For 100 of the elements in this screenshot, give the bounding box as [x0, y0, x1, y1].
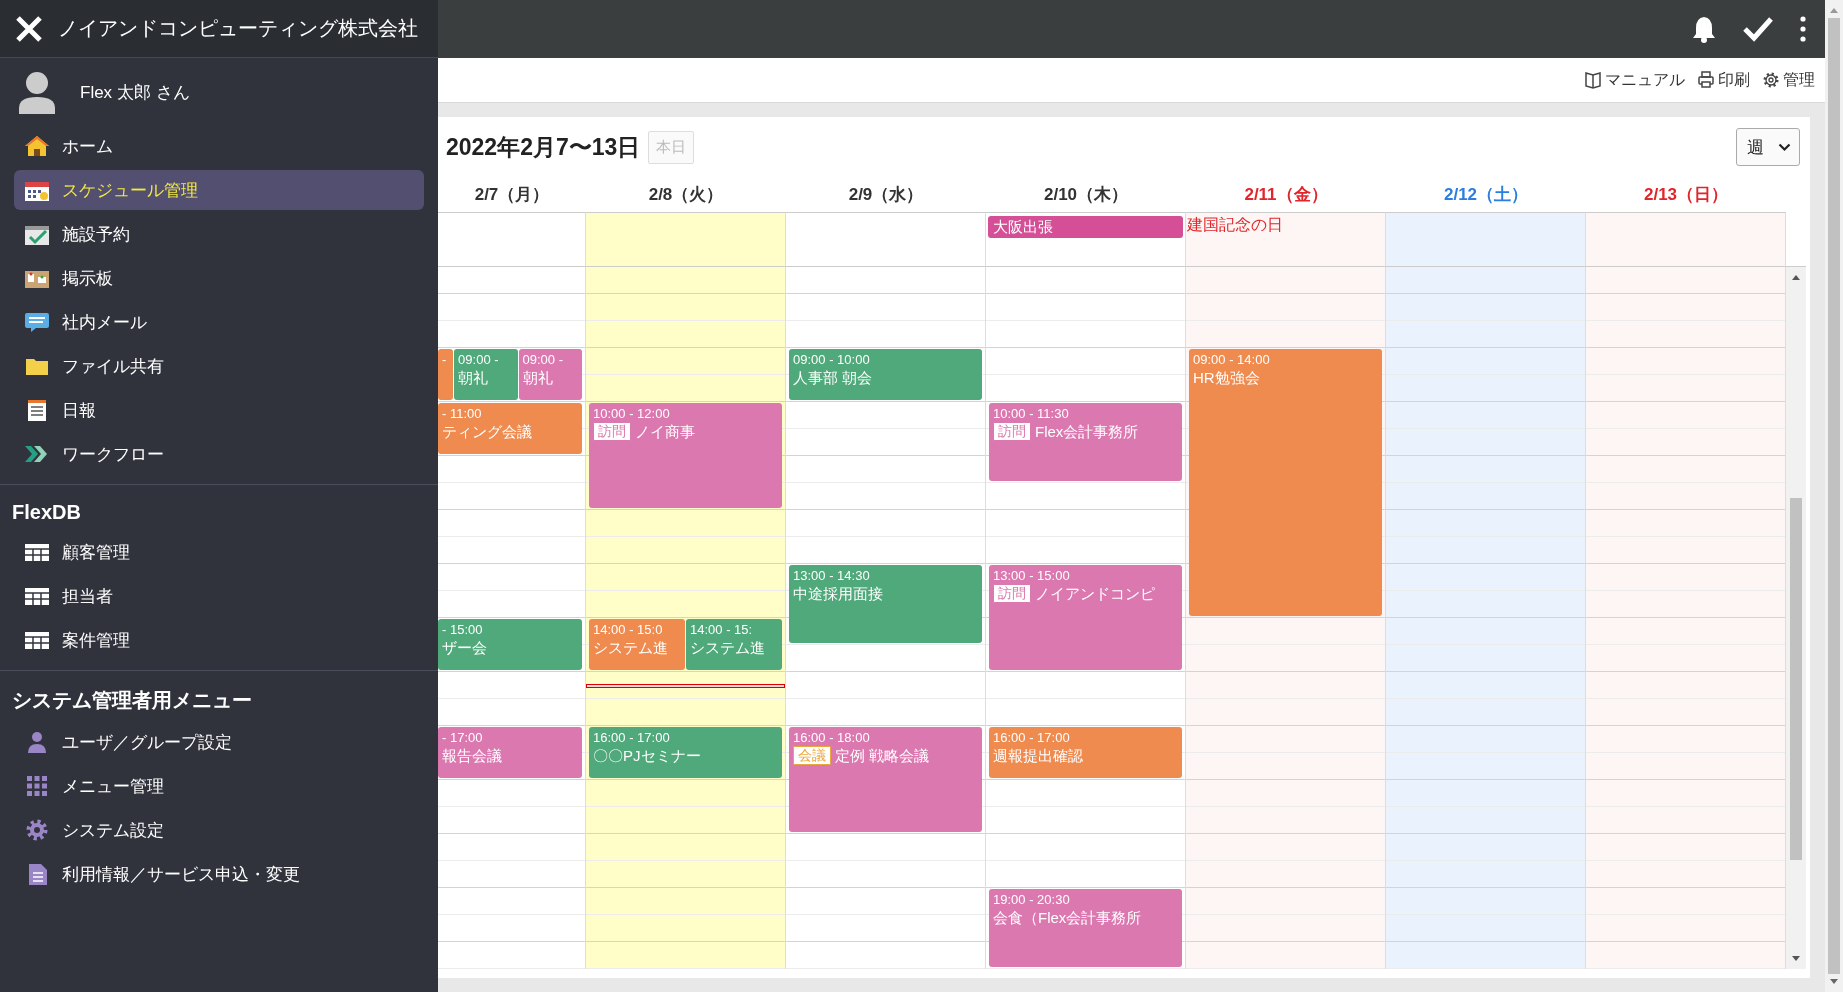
calendar-check-icon [24, 223, 50, 245]
event-title: システム進 [690, 638, 765, 657]
scrollbar[interactable] [1825, 0, 1843, 992]
all-day-event[interactable]: 大阪出張 [988, 216, 1183, 238]
menu-item[interactable]: 顧客管理 [14, 532, 424, 572]
event-time: 13:00 - 14:30 [793, 567, 871, 584]
event-tag: 訪問 [593, 422, 631, 441]
event-time: 19:00 - 20:30 [993, 891, 1071, 908]
calendar-event[interactable]: 09:00 - 朝礼 [518, 349, 582, 400]
section-heading: システム管理者用メニュー [11, 688, 253, 713]
day-header: 2/11（金） [1244, 184, 1328, 206]
event-time: - [442, 351, 448, 368]
menu-item[interactable]: ワークフロー [14, 434, 424, 474]
calendar-event[interactable]: 10:00 - 11:30 訪問 Flex会計事務所 [989, 403, 1182, 481]
toolbar-link[interactable]: マニュアル [1584, 69, 1685, 91]
event-time: 16:00 - 17:00 [593, 729, 671, 746]
calendar-event[interactable]: - 11:00 ティング会議 [438, 403, 582, 454]
event-tag: 訪問 [993, 422, 1031, 441]
menu-item[interactable]: 利用情報／サービス申込・変更 [14, 854, 424, 894]
event-time: 10:00 - 11:30 [993, 405, 1070, 422]
view-select[interactable]: 週 [1736, 128, 1800, 166]
settings-icon [1762, 70, 1780, 90]
menu-item[interactable]: ユーザ／グループ設定 [14, 722, 424, 762]
more-options-icon[interactable] [1799, 16, 1807, 42]
menu-item[interactable]: ファイル共有 [14, 346, 424, 386]
menu-item[interactable]: 担当者 [14, 576, 424, 616]
event-time: 09:00 - 10:00 [793, 351, 871, 368]
event-title: ノイアンドコンピ [1035, 584, 1155, 603]
user-name: Flex 太郎 さん [80, 81, 190, 104]
book-icon [1584, 70, 1602, 90]
event-title: 朝礼 [458, 368, 489, 387]
calendar-event[interactable]: 09:00 - 朝礼 [454, 349, 518, 400]
calendar-event[interactable]: - [438, 349, 454, 400]
event-title: 週報提出確認 [993, 746, 1083, 765]
event-time: 09:00 - [522, 351, 565, 368]
bell-icon[interactable] [1691, 15, 1717, 43]
event-time: - 17:00 [442, 729, 484, 746]
event-title: 〇〇PJセミナー [593, 746, 701, 765]
event-time: 14:00 - 15: [690, 621, 754, 638]
arrow-down-icon[interactable] [1791, 955, 1801, 963]
event-title: 朝礼 [522, 368, 553, 387]
calendar-event[interactable]: 13:00 - 14:30 中途採用面接 [789, 565, 982, 643]
calendar-event[interactable]: 14:00 - 15:0 システム進 [589, 619, 685, 670]
holiday-name: 建国記念の日 [1186, 215, 1284, 235]
calendar-event[interactable]: - 17:00 報告会議 [438, 727, 582, 778]
table-icon [24, 541, 50, 563]
day-header: 2/10（木） [1043, 184, 1129, 206]
checkmark-icon[interactable] [1743, 16, 1773, 42]
event-time: 09:00 - 14:00 [1193, 351, 1271, 368]
event-title: ノイ商事 [635, 422, 695, 441]
menu-item[interactable]: スケジュール管理 [14, 170, 424, 210]
calendar-event[interactable]: 09:00 - 10:00 人事部 朝会 [789, 349, 982, 400]
calendar-event[interactable]: 09:00 - 14:00 HR勉強会 [1189, 349, 1382, 616]
calendar-event[interactable]: 16:00 - 17:00 〇〇PJセミナー [589, 727, 782, 778]
double-chevron-icon [24, 443, 50, 465]
gear-icon [24, 819, 50, 841]
menu-item[interactable]: システム設定 [14, 810, 424, 850]
arrow-down-icon[interactable] [1829, 978, 1839, 986]
menu-item[interactable]: 掲示板 [14, 258, 424, 298]
date-range-title: 2022年2月7〜13日 [446, 132, 641, 162]
calendar-event[interactable]: 19:00 - 20:30 会食（Flex会計事務所 [989, 889, 1182, 967]
event-title: HR勉強会 [1193, 368, 1260, 387]
event-time: 14:00 - 15:0 [593, 621, 664, 638]
table-icon [24, 629, 50, 651]
calendar-event[interactable]: 14:00 - 15: システム進 [686, 619, 782, 670]
menu-item[interactable]: 社内メール [14, 302, 424, 342]
close-icon[interactable] [14, 13, 44, 44]
event-time: 10:00 - 12:00 [593, 405, 671, 422]
calendar-event[interactable]: 13:00 - 15:00 訪問 ノイアンドコンピ [989, 565, 1182, 670]
event-time: 16:00 - 18:00 [793, 729, 871, 746]
event-tag: 会議 [793, 746, 831, 765]
event-time: - 11:00 [442, 405, 483, 422]
day-header: 2/12（土） [1443, 184, 1529, 206]
day-header: 2/8（火） [648, 184, 724, 206]
event-title: ティング会議 [442, 422, 532, 441]
menu-item[interactable]: 日報 [14, 390, 424, 430]
event-title: 中途採用面接 [793, 584, 883, 603]
menu-item[interactable]: ホーム [14, 126, 424, 166]
scrollbar[interactable] [1786, 266, 1806, 969]
calendar-event[interactable]: 16:00 - 17:00 週報提出確認 [989, 727, 1182, 778]
event-time: 13:00 - 15:00 [993, 567, 1071, 584]
calendar-event[interactable]: - 15:00 ザー会 [438, 619, 582, 670]
event-title: 定例 戦略会議 [835, 746, 930, 765]
speech-bubble-icon [24, 311, 50, 333]
printer-icon [1697, 70, 1715, 90]
arrow-up-icon[interactable] [1791, 273, 1801, 281]
menu-item[interactable]: 施設予約 [14, 214, 424, 254]
event-time: 09:00 - [458, 351, 500, 368]
menu-item[interactable]: 案件管理 [14, 620, 424, 660]
table-icon [24, 585, 50, 607]
calendar-event[interactable]: 16:00 - 18:00 会議 定例 戦略会議 [789, 727, 982, 832]
toolbar-link[interactable]: 管理 [1762, 69, 1815, 91]
calendar-event[interactable]: 10:00 - 12:00 訪問 ノイ商事 [589, 403, 782, 508]
toolbar-link[interactable]: 印刷 [1697, 69, 1750, 91]
event-time: - 15:00 [442, 621, 484, 638]
caret-icon [1778, 142, 1791, 152]
menu-item[interactable]: メニュー管理 [14, 766, 424, 806]
section-heading: FlexDB [11, 500, 82, 525]
event-title: システム進 [593, 638, 668, 657]
event-title: 人事部 朝会 [793, 368, 873, 387]
